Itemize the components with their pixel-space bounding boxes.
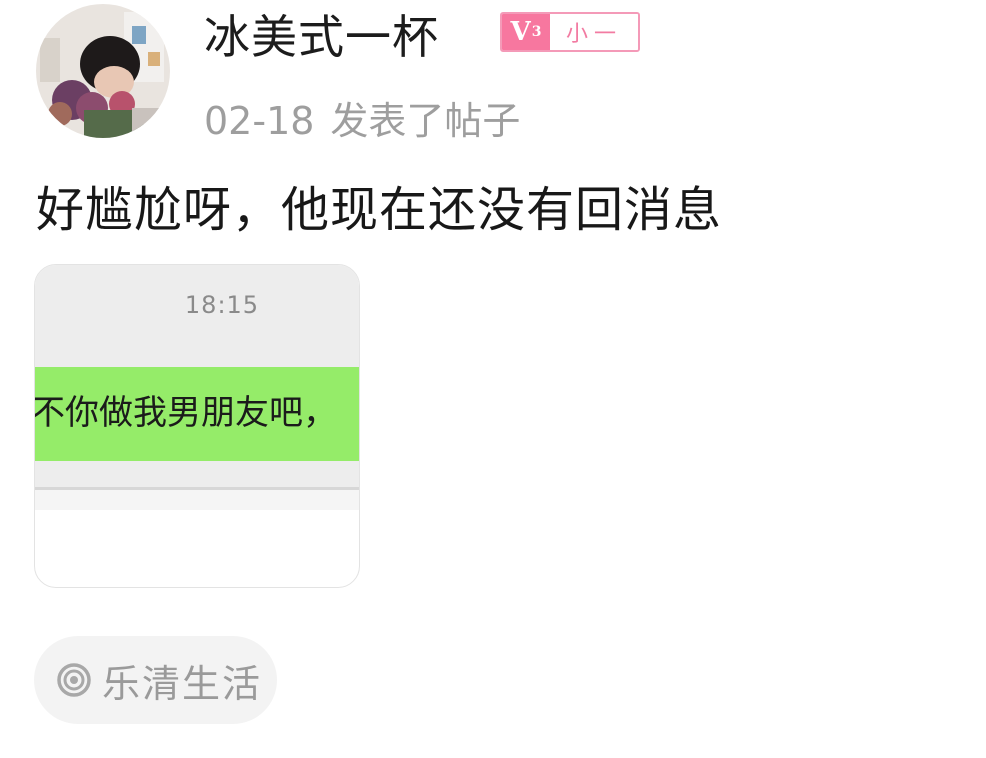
post-date: 02-18 <box>204 99 315 143</box>
topic-label: 乐清生活 <box>102 661 263 706</box>
author-avatar[interactable] <box>36 4 170 138</box>
chat-timestamp: 18:15 <box>184 291 260 319</box>
author-name[interactable]: 冰美式一杯 <box>204 8 439 66</box>
topic-tag[interactable]: 乐清生活 <box>34 636 277 724</box>
post-image[interactable]: 18:15 不你做我男朋友吧， <box>34 264 360 588</box>
level-number: 3 <box>531 24 542 40</box>
level-badge: V3 小一 <box>500 12 640 52</box>
post-meta: 02-18 发表了帖子 <box>204 96 520 146</box>
post-content: 好尴尬呀，他现在还没有回消息 <box>36 182 723 238</box>
avatar-photo <box>36 4 170 138</box>
post-action: 发表了帖子 <box>330 99 521 143</box>
level-title: 小一 <box>550 14 638 50</box>
target-icon <box>57 663 91 697</box>
chat-bubble: 不你做我男朋友吧， <box>35 367 359 461</box>
level-tag: V3 <box>502 14 550 50</box>
level-letter: V <box>510 17 531 47</box>
chat-gap <box>35 461 359 487</box>
chat-message: 不你做我男朋友吧， <box>35 393 337 433</box>
chat-input-bar <box>35 490 359 510</box>
